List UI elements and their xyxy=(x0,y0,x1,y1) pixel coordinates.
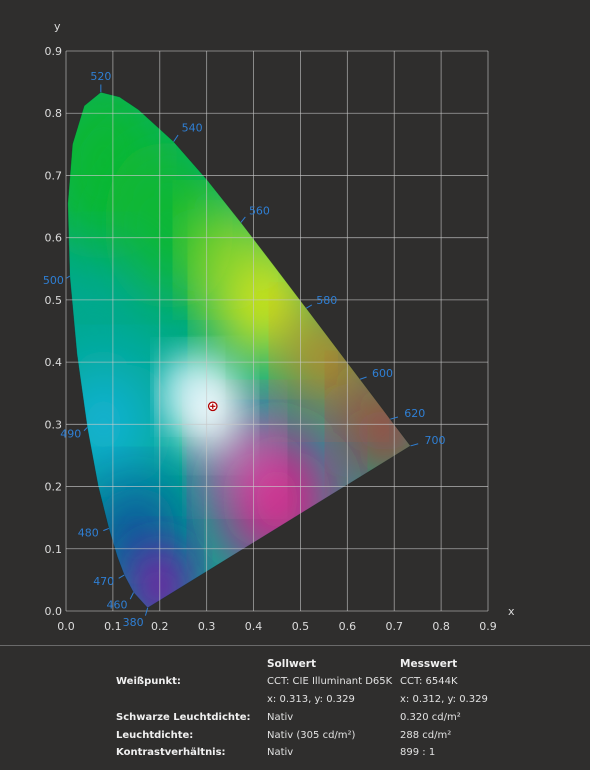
x-tick-label: 0.5 xyxy=(292,620,310,633)
row-label: Leuchtdichte: xyxy=(116,729,194,741)
row-label: Schwarze Leuchtdichte: xyxy=(116,711,251,723)
wavelength-tick xyxy=(66,275,71,279)
wavelength-label: 380 xyxy=(123,616,144,629)
wavelength-label: 520 xyxy=(90,70,111,83)
table-header-row: Sollwert Messwert xyxy=(116,655,488,673)
y-tick-label: 0.6 xyxy=(45,232,63,245)
y-tick-label: 0.8 xyxy=(45,107,63,120)
x-tick-label: 0.8 xyxy=(432,620,450,633)
measurement-table: Sollwert Messwert Weißpunkt: CCT: CIE Il… xyxy=(116,655,488,762)
wavelength-tick xyxy=(129,592,134,600)
row-target: Nativ xyxy=(267,711,294,723)
wavelength-label: 560 xyxy=(249,204,270,217)
y-tick-label: 0.7 xyxy=(45,169,63,182)
wavelength-tick xyxy=(410,443,419,447)
wavelength-label: 490 xyxy=(60,427,81,440)
spectral-locus-fill xyxy=(67,92,411,608)
wavelength-label: 600 xyxy=(372,367,393,380)
table-row: Kontrastverhältnis: Nativ 899 : 1 xyxy=(116,744,488,762)
wavelength-tick xyxy=(173,134,179,142)
y-tick-label: 0.5 xyxy=(45,294,63,307)
x-tick-label: 0.2 xyxy=(151,620,169,633)
x-tick-label: 0.1 xyxy=(104,620,122,633)
row-target: CCT: CIE Illuminant D65K xyxy=(267,676,393,688)
wavelength-label: 470 xyxy=(93,575,114,588)
wavelength-label: 480 xyxy=(78,526,99,539)
wavelength-label: 540 xyxy=(182,122,203,135)
row-target: x: 0.313, y: 0.329 xyxy=(267,693,355,705)
y-axis-ticks: 0.00.10.20.30.40.50.60.70.80.9 xyxy=(45,45,63,618)
gamut-color-blob xyxy=(192,206,259,294)
gamut-color-blob xyxy=(347,380,411,481)
table-row: Schwarze Leuchtdichte: Nativ 0.320 cd/m² xyxy=(116,708,488,726)
row-target: Nativ (305 cd/m²) xyxy=(267,729,356,741)
row-measured: CCT: 6544K xyxy=(400,676,458,688)
wavelength-tick xyxy=(306,304,313,309)
x-tick-label: 0.7 xyxy=(385,620,403,633)
table-row: x: 0.313, y: 0.329 x: 0.312, y: 0.329 xyxy=(116,691,488,709)
table-row: Leuchtdichte: Nativ (305 cd/m²) 288 cd/m… xyxy=(116,726,488,744)
wavelength-tick xyxy=(103,527,109,532)
x-tick-label: 0.6 xyxy=(339,620,357,633)
wavelength-tick xyxy=(359,376,367,380)
cie-chromaticity-chart: 0.0 0.1 0.2 0.3 0.4 0.5 0.6 0.7 0.8 0.9 0.0 0.1 0.2… xyxy=(43,20,515,633)
row-measured: 899 : 1 xyxy=(400,747,436,759)
y-tick-label: 0.0 xyxy=(45,605,63,618)
row-label: Kontrastverhältnis: xyxy=(116,747,226,759)
whitepoint-marker xyxy=(207,401,218,412)
x-tick-label: 0.9 xyxy=(479,620,497,633)
y-axis-label: y xyxy=(54,20,61,33)
header-spacer xyxy=(116,655,267,673)
row-label xyxy=(116,691,267,709)
header-measured: Messwert xyxy=(400,657,458,670)
wavelength-tick xyxy=(83,427,88,432)
wavelength-tick xyxy=(144,607,149,616)
wavelength-label: 460 xyxy=(107,599,128,612)
wavelength-tick xyxy=(240,216,246,223)
row-target: Nativ xyxy=(267,747,294,759)
wavelength-label: 580 xyxy=(316,294,337,307)
row-measured: 0.320 cd/m² xyxy=(400,711,461,723)
x-tick-label: 0.4 xyxy=(245,620,263,633)
measurement-panel: Sollwert Messwert Weißpunkt: CCT: CIE Il… xyxy=(0,646,590,770)
wavelength-tick xyxy=(118,574,125,579)
x-axis-label: x xyxy=(508,605,515,618)
wavelength-label: 500 xyxy=(43,274,64,287)
wavelength-label: 620 xyxy=(404,407,425,420)
wavelength-label: 700 xyxy=(424,434,445,447)
row-measured: 288 cd/m² xyxy=(400,729,452,741)
y-tick-label: 0.1 xyxy=(45,543,63,556)
header-target: Sollwert xyxy=(267,657,316,670)
y-tick-label: 0.4 xyxy=(45,356,63,369)
y-tick-label: 0.2 xyxy=(45,481,63,494)
y-tick-label: 0.9 xyxy=(45,45,63,58)
table-row: Weißpunkt: CCT: CIE Illuminant D65K CCT:… xyxy=(116,673,488,691)
x-tick-label: 0.3 xyxy=(198,620,216,633)
x-tick-label: 0.0 xyxy=(57,620,75,633)
row-label: Weißpunkt: xyxy=(116,676,181,688)
gamut-color-blob xyxy=(164,355,212,419)
row-measured: x: 0.312, y: 0.329 xyxy=(400,693,488,705)
